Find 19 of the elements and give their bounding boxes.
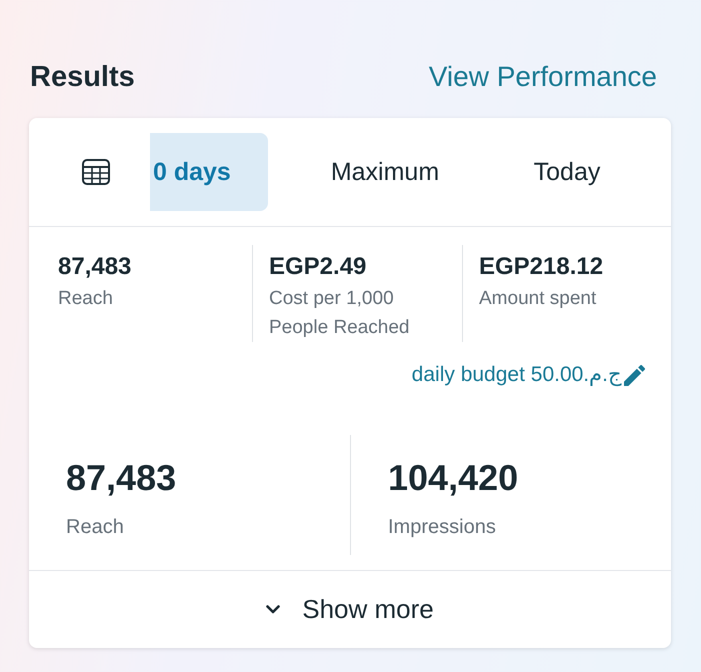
calendar-icon[interactable]: [82, 159, 110, 185]
stat-value: EGP218.12: [479, 252, 604, 282]
stat-label: Amount spent: [479, 287, 598, 311]
period-tab[interactable]: Maximum: [294, 133, 476, 211]
stat-label: Reach: [58, 287, 114, 311]
metric-value: 104,420: [388, 456, 520, 500]
stat-label: Cost per 1,000 People Reached: [269, 287, 410, 340]
stat-value: EGP2.49: [269, 252, 368, 282]
metric-label: Reach: [66, 515, 125, 540]
metric-value: 87,483: [66, 456, 178, 500]
metric-label: Impressions: [388, 515, 497, 540]
period-tab[interactable]: 0 days: [150, 133, 268, 211]
show-more-button[interactable]: Show more: [29, 571, 671, 648]
period-tab[interactable]: Today: [476, 133, 658, 211]
daily-budget-link[interactable]: daily budget 50.00.ج.م: [412, 360, 645, 390]
stat-value: 87,483: [58, 252, 132, 282]
section-title: Results: [30, 60, 135, 95]
pencil-icon: [624, 364, 645, 386]
view-performance-link[interactable]: View Performance: [428, 59, 657, 95]
